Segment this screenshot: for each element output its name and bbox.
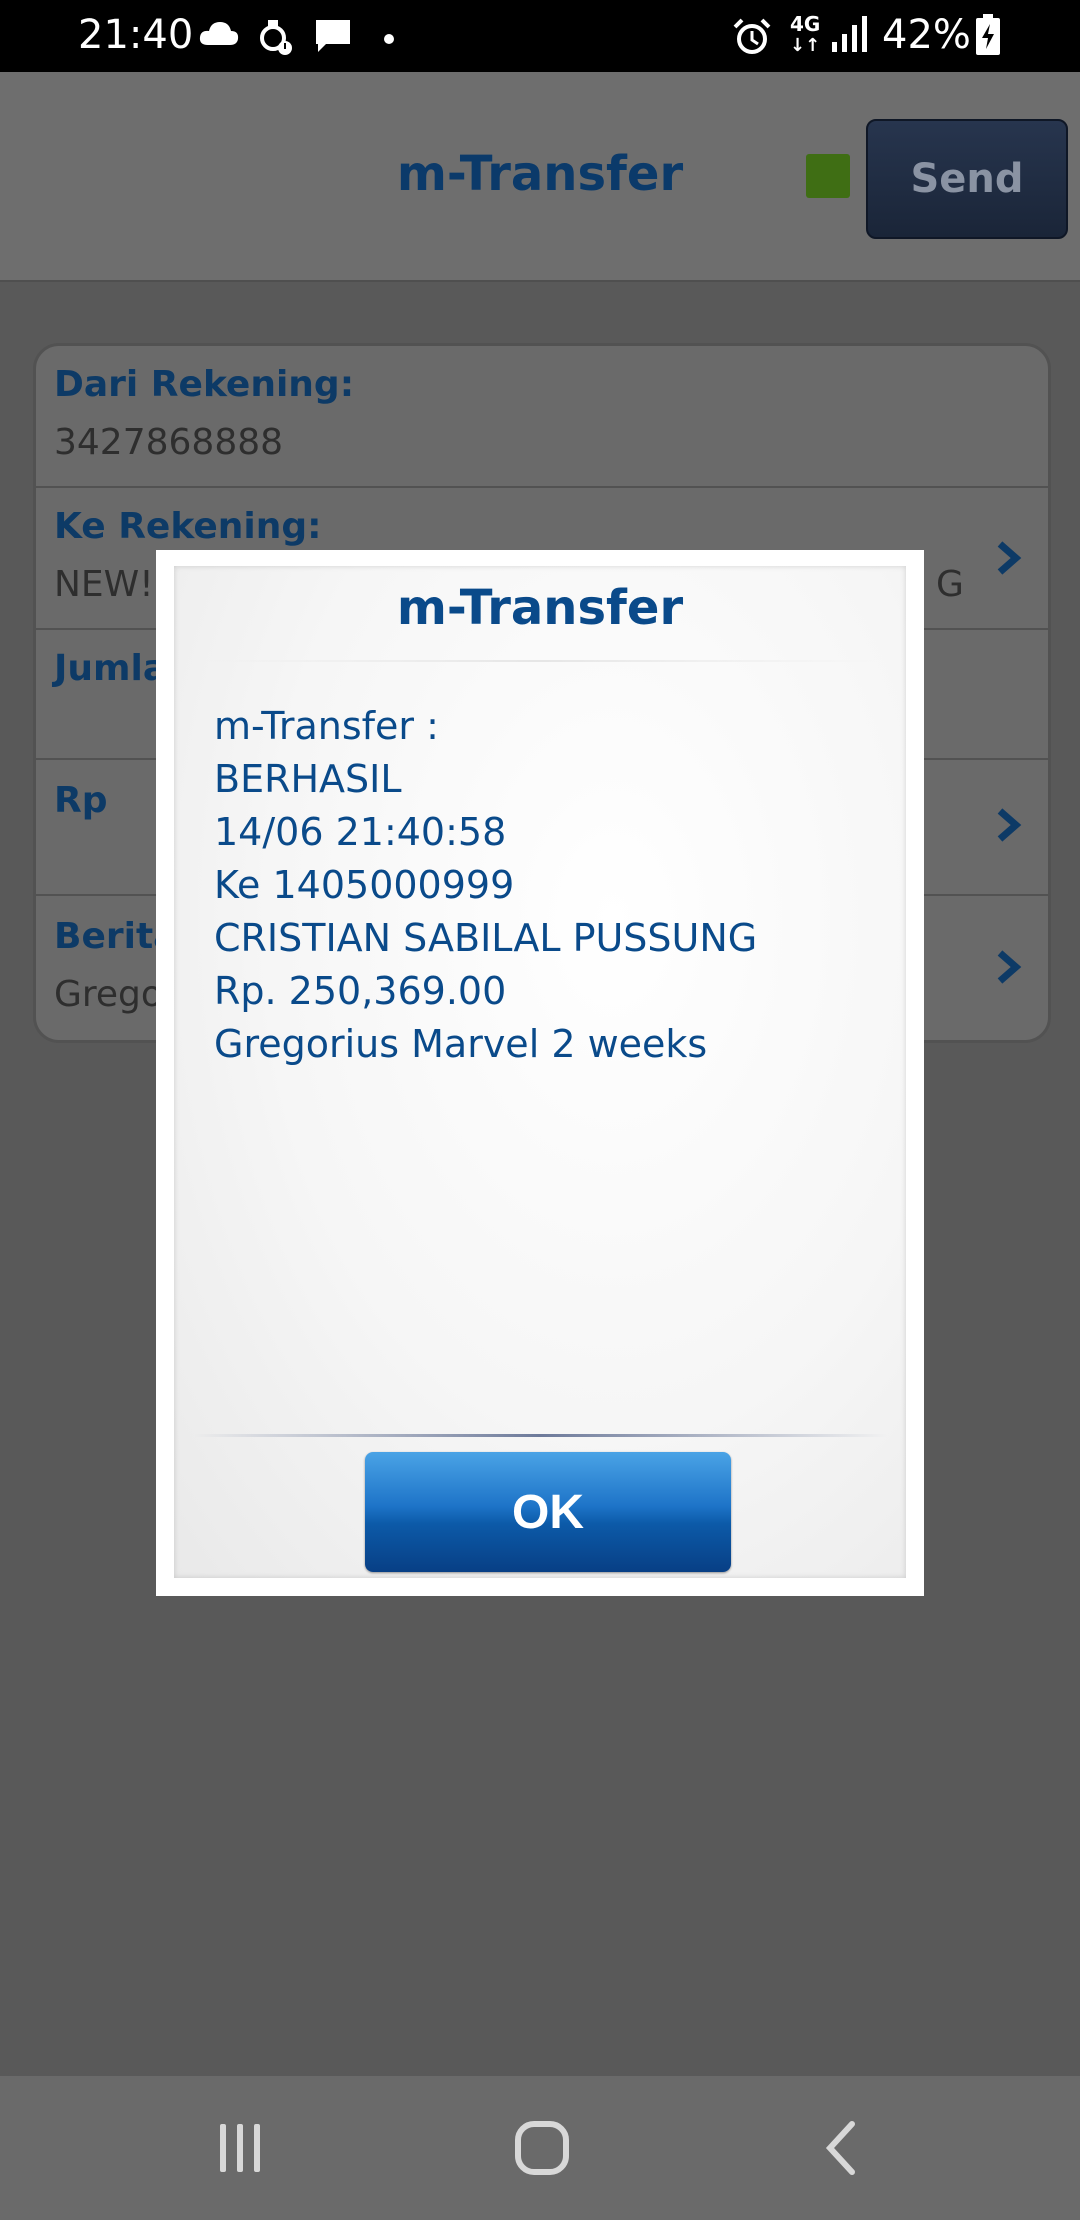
note-value: Grego [54,974,163,1015]
network-type: 4G ↓↑ [790,12,821,56]
chevron-right-icon [994,541,1024,575]
home-icon[interactable] [512,2118,572,2178]
message-line: BERHASIL [214,757,402,801]
dot-icon [383,30,395,49]
to-account-value: NEW! [54,564,154,605]
amount-label: Jumla [54,648,168,689]
dialog-message: m-Transfer : BERHASIL 14/06 21:40:58 Ke … [214,700,874,1071]
app-header: m-Transfer Send [0,72,1080,282]
ok-button[interactable]: OK [365,1452,731,1572]
status-indicator [806,154,850,198]
status-bar: 21:40 4G ↓↑ 42% [0,0,1080,72]
cloud-icon [198,18,240,52]
navigation-bar [0,2076,1080,2220]
message-line: 14/06 21:40:58 [214,810,507,854]
message-line: Ke 1405000999 [214,863,515,907]
chevron-right-icon [994,950,1024,984]
message-line: CRISTIAN SABILAL PUSSUNG [214,916,758,960]
status-time: 21:40 [78,12,194,58]
to-account-value-tail: G [936,564,964,605]
dialog-title: m-Transfer [396,580,684,636]
signal-icon [830,14,870,58]
from-account-label: Dari Rekening: [54,364,355,405]
send-button[interactable]: Send [866,119,1068,239]
back-icon[interactable] [814,2118,874,2178]
battery-percentage: 42% [882,12,971,58]
message-line: m-Transfer : [214,704,439,748]
recent-apps-icon[interactable] [210,2118,270,2178]
from-account-row: Dari Rekening: 3427868888 [36,346,1048,488]
message-line: Rp. 250,369.00 [214,969,507,1013]
title-divider [204,660,876,662]
result-dialog: m-Transfer m-Transfer : BERHASIL 14/06 2… [156,550,924,1596]
dialog-panel: m-Transfer m-Transfer : BERHASIL 14/06 2… [174,566,906,1578]
dialog-divider [194,1434,886,1437]
message-line: Gregorius Marvel 2 weeks [214,1022,708,1066]
battery-charging-icon [975,14,1001,60]
from-account-value: 3427868888 [54,422,284,463]
currency-label: Rp [54,780,108,821]
message-icon [314,18,352,58]
watch-alert-icon [258,18,292,60]
chevron-right-icon [994,808,1024,842]
alarm-icon [732,18,772,60]
to-account-label: Ke Rekening: [54,506,322,547]
